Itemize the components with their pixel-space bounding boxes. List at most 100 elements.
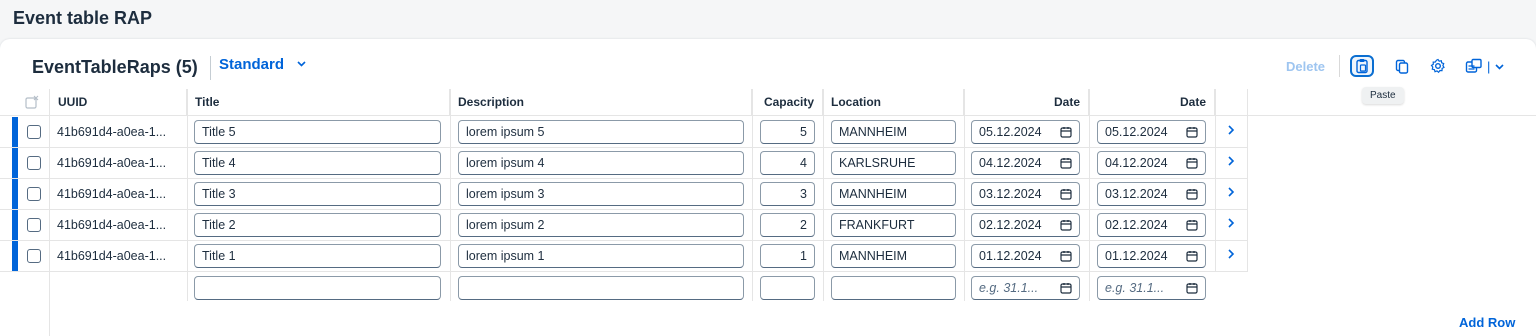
calendar-icon[interactable] bbox=[1060, 250, 1072, 262]
date-field-1[interactable]: 05.12.2024 bbox=[971, 120, 1080, 144]
row-checkbox[interactable] bbox=[27, 156, 41, 170]
variant-label: Standard bbox=[219, 56, 285, 73]
settings-icon bbox=[1430, 58, 1445, 74]
table-row[interactable]: 41b691d4-a0ea-1... Title 1 lorem ipsum 1 1M… bbox=[0, 241, 1248, 272]
calendar-icon[interactable] bbox=[1186, 219, 1198, 231]
date-value: 04.12.2024 bbox=[979, 156, 1042, 170]
new-location-field[interactable] bbox=[831, 276, 956, 300]
new-entry-row: e.g. 31.1... e.g. 31.1... bbox=[0, 271, 1248, 302]
export-divider: | bbox=[1487, 58, 1491, 74]
new-capacity-field[interactable] bbox=[760, 276, 815, 300]
capacity-field[interactable]: 3 bbox=[760, 182, 815, 206]
calendar-icon[interactable] bbox=[1186, 282, 1198, 294]
column-header-description[interactable]: Description bbox=[450, 89, 752, 116]
title-field[interactable]: Title 1 bbox=[194, 244, 441, 268]
row-uuid: 41b691d4-a0ea-1... bbox=[57, 125, 167, 139]
calendar-icon[interactable] bbox=[1060, 219, 1072, 231]
description-field[interactable]: lorem ipsum 4 bbox=[458, 151, 744, 175]
column-header-date-2[interactable]: Date bbox=[1089, 89, 1215, 116]
row-checkbox[interactable] bbox=[27, 125, 41, 139]
date-field-1[interactable]: 03.12.2024 bbox=[971, 182, 1080, 206]
description-field[interactable]: lorem ipsum 2 bbox=[458, 213, 744, 237]
new-title-field[interactable] bbox=[194, 276, 441, 300]
date-field-2[interactable]: 03.12.2024 bbox=[1097, 182, 1206, 206]
table-card: EventTableRaps (5) Standard Delete | Pas… bbox=[0, 39, 1536, 336]
row-checkbox[interactable] bbox=[27, 187, 41, 201]
calendar-icon[interactable] bbox=[1186, 250, 1198, 262]
capacity-field[interactable]: 4 bbox=[760, 151, 815, 175]
title-field[interactable]: Title 3 bbox=[194, 182, 441, 206]
description-field[interactable]: lorem ipsum 1 bbox=[458, 244, 744, 268]
column-header-location[interactable]: Location bbox=[823, 89, 964, 116]
column-header-title[interactable]: Title bbox=[187, 89, 450, 116]
toolbar-separator bbox=[1339, 55, 1340, 77]
title-field[interactable]: Title 2 bbox=[194, 213, 441, 237]
variant-selector[interactable]: Standard bbox=[219, 56, 307, 73]
navigation-arrow-icon bbox=[1228, 187, 1235, 197]
export-icon bbox=[1465, 58, 1482, 73]
row-navigation[interactable] bbox=[1226, 154, 1236, 170]
column-header-capacity[interactable]: Capacity bbox=[752, 89, 823, 116]
new-description-field[interactable] bbox=[458, 276, 744, 300]
row-highlight-marker bbox=[12, 179, 18, 209]
calendar-icon[interactable] bbox=[1186, 126, 1198, 138]
location-field[interactable]: FRANKFURT bbox=[831, 213, 956, 237]
location-field[interactable]: KARLSRUHE bbox=[831, 151, 956, 175]
delete-button[interactable]: Delete bbox=[1286, 59, 1325, 74]
calendar-icon[interactable] bbox=[1060, 188, 1072, 200]
table-title: EventTableRaps (5) bbox=[32, 57, 198, 77]
date-field-2[interactable]: 01.12.2024 bbox=[1097, 244, 1206, 268]
capacity-field[interactable]: 1 bbox=[760, 244, 815, 268]
settings-button[interactable] bbox=[1426, 55, 1450, 77]
date-field-2[interactable]: 04.12.2024 bbox=[1097, 151, 1206, 175]
date-field-1[interactable]: 01.12.2024 bbox=[971, 244, 1080, 268]
row-navigation[interactable] bbox=[1226, 216, 1236, 232]
table-row[interactable]: 41b691d4-a0ea-1... Title 2 lorem ipsum 2 2F… bbox=[0, 210, 1248, 241]
navigation-arrow-icon bbox=[1228, 156, 1235, 166]
table-row[interactable]: 41b691d4-a0ea-1... Title 5 lorem ipsum 5 5M… bbox=[0, 117, 1248, 148]
location-field[interactable]: MANNHEIM bbox=[831, 244, 956, 268]
select-all-cell[interactable] bbox=[0, 89, 50, 116]
calendar-icon[interactable] bbox=[1060, 157, 1072, 169]
copy-button[interactable] bbox=[1390, 55, 1414, 77]
location-field[interactable]: MANNHEIM bbox=[831, 120, 956, 144]
calendar-icon[interactable] bbox=[1060, 282, 1072, 294]
navigation-arrow-icon bbox=[1228, 218, 1235, 228]
column-header-uuid[interactable]: UUID bbox=[50, 89, 187, 116]
calendar-icon[interactable] bbox=[1186, 188, 1198, 200]
capacity-field[interactable]: 2 bbox=[760, 213, 815, 237]
description-field[interactable]: lorem ipsum 5 bbox=[458, 120, 744, 144]
date-value: 03.12.2024 bbox=[1105, 187, 1168, 201]
date-value: 03.12.2024 bbox=[979, 187, 1042, 201]
add-row-button[interactable]: Add Row bbox=[1459, 315, 1515, 330]
title-field[interactable]: Title 4 bbox=[194, 151, 441, 175]
date-field-2[interactable]: 05.12.2024 bbox=[1097, 120, 1206, 144]
export-button[interactable]: | bbox=[1465, 55, 1513, 77]
row-highlight-marker bbox=[12, 210, 18, 240]
header-row: UUID Title Description Capacity Location… bbox=[0, 89, 1536, 116]
calendar-icon[interactable] bbox=[1060, 126, 1072, 138]
calendar-icon[interactable] bbox=[1186, 157, 1198, 169]
column-header-date-1[interactable]: Date bbox=[964, 89, 1089, 116]
row-navigation[interactable] bbox=[1226, 185, 1236, 201]
new-date-field-2[interactable]: e.g. 31.1... bbox=[1097, 276, 1206, 300]
description-field[interactable]: lorem ipsum 3 bbox=[458, 182, 744, 206]
row-checkbox[interactable] bbox=[27, 218, 41, 232]
row-navigation[interactable] bbox=[1226, 247, 1236, 263]
date-field-1[interactable]: 02.12.2024 bbox=[971, 213, 1080, 237]
row-highlight-marker bbox=[12, 241, 18, 271]
new-date-field-1[interactable]: e.g. 31.1... bbox=[971, 276, 1080, 300]
date-field-2[interactable]: 02.12.2024 bbox=[1097, 213, 1206, 237]
table-row[interactable]: 41b691d4-a0ea-1... Title 3 lorem ipsum 3 3M… bbox=[0, 179, 1248, 210]
location-field[interactable]: MANNHEIM bbox=[831, 182, 956, 206]
title-field[interactable]: Title 5 bbox=[194, 120, 441, 144]
table-row[interactable]: 41b691d4-a0ea-1... Title 4 lorem ipsum 4 4K… bbox=[0, 148, 1248, 179]
capacity-field[interactable]: 5 bbox=[760, 120, 815, 144]
row-uuid: 41b691d4-a0ea-1... bbox=[57, 156, 167, 170]
row-checkbox[interactable] bbox=[27, 249, 41, 263]
paste-button[interactable] bbox=[1350, 55, 1374, 77]
row-navigation[interactable] bbox=[1226, 123, 1236, 139]
date-value: 05.12.2024 bbox=[979, 125, 1042, 139]
row-uuid: 41b691d4-a0ea-1... bbox=[57, 187, 167, 201]
date-field-1[interactable]: 04.12.2024 bbox=[971, 151, 1080, 175]
